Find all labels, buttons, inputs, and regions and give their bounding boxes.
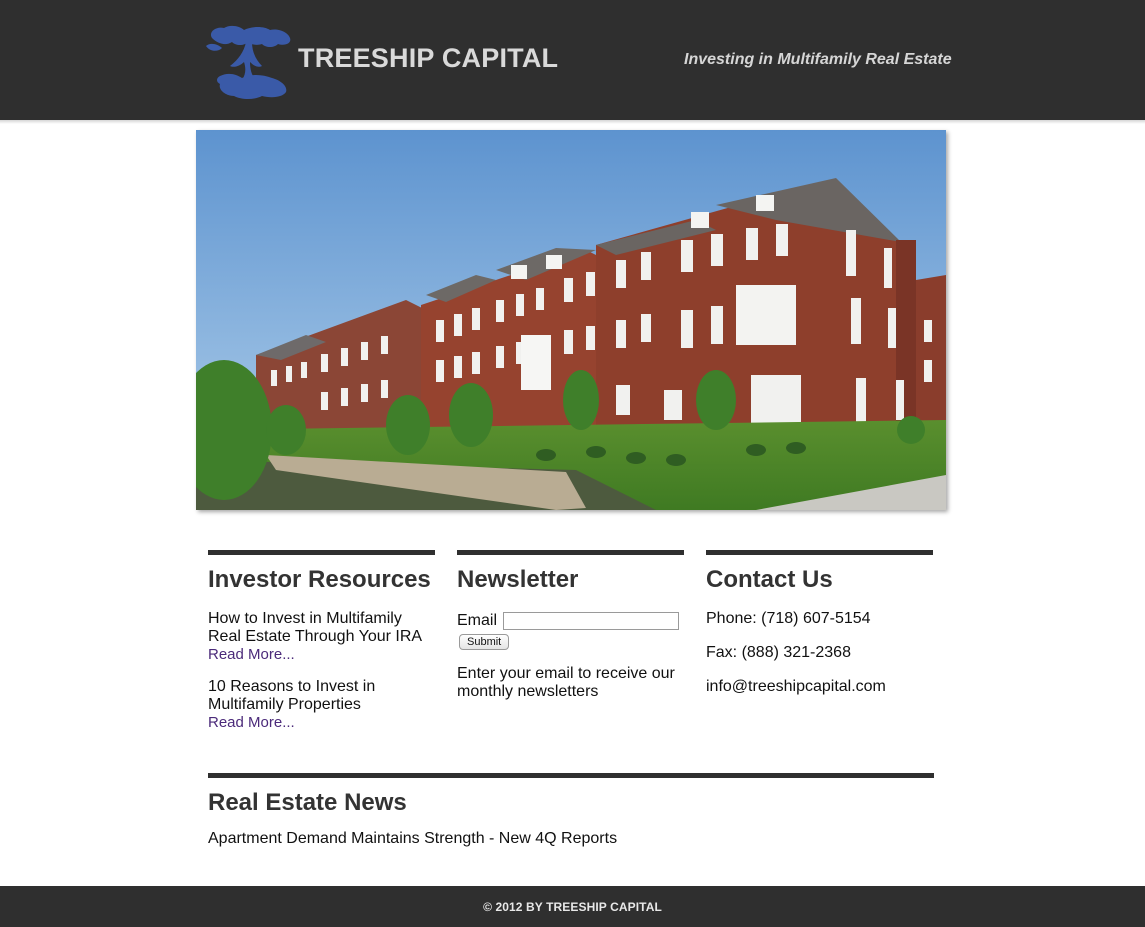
investor-resources-section: Investor Resources How to Invest in Mult… — [208, 550, 435, 732]
newsletter-heading: Newsletter — [457, 566, 579, 593]
brick-townhouses-photo — [196, 130, 946, 510]
email-label: Email — [457, 612, 498, 629]
contact-section: Contact Us Phone: (718) 607-5154 Fax: (8… — [706, 550, 933, 696]
header-shadow — [0, 120, 1145, 124]
investor-resources-heading: Investor Resources — [208, 566, 431, 593]
brand-name[interactable]: TREESHIP CAPITAL — [298, 43, 558, 74]
article-title[interactable]: How to Invest in Multifamily Real Estate… — [208, 610, 435, 646]
article-item: 10 Reasons to Invest in Multifamily Prop… — [208, 678, 435, 732]
submit-button[interactable]: Submit — [459, 634, 510, 650]
news-item[interactable]: Apartment Demand Maintains Strength - Ne… — [208, 830, 934, 848]
section-divider — [457, 550, 684, 555]
contact-email[interactable]: info@treeshipcapital.com — [706, 678, 933, 696]
section-divider — [208, 773, 934, 778]
read-more-link[interactable]: Read More... — [208, 646, 435, 664]
real-estate-news-heading: Real Estate News — [208, 789, 407, 816]
contact-heading: Contact Us — [706, 566, 833, 593]
contact-phone: Phone: (718) 607-5154 — [706, 610, 871, 627]
newsletter-section: Newsletter Email Submit Enter your email… — [457, 550, 684, 701]
section-divider — [706, 550, 933, 555]
tagline: Investing in Multifamily Real Estate — [684, 51, 952, 68]
section-divider — [208, 550, 435, 555]
article-title[interactable]: 10 Reasons to Invest in Multifamily Prop… — [208, 678, 435, 714]
newsletter-form: Email Submit — [457, 610, 684, 650]
site-footer: © 2012 BY TREESHIP CAPITAL — [0, 886, 1145, 927]
article-item: How to Invest in Multifamily Real Estate… — [208, 610, 435, 664]
contact-fax: Fax: (888) 321-2368 — [706, 644, 851, 661]
read-more-link[interactable]: Read More... — [208, 714, 435, 732]
newsletter-note: Enter your email to receive our monthly … — [457, 665, 675, 700]
hero-image — [196, 130, 946, 510]
real-estate-news-section: Real Estate News Apartment Demand Mainta… — [208, 773, 934, 848]
email-field[interactable] — [503, 612, 680, 630]
tree-logo-icon[interactable] — [206, 24, 292, 100]
copyright-text: © 2012 BY TREESHIP CAPITAL — [483, 900, 662, 914]
site-header: TREESHIP CAPITAL Investing in Multifamil… — [0, 0, 1145, 120]
